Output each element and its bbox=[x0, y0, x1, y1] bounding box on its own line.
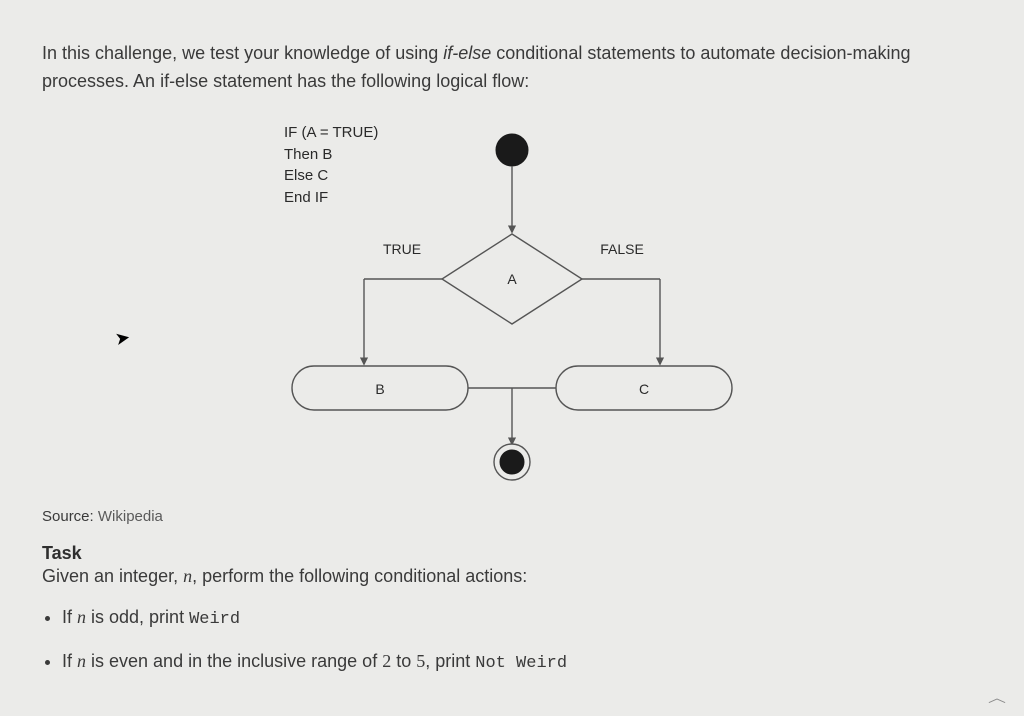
true-label: TRUE bbox=[383, 241, 421, 257]
intro-pre: In this challenge, we test your knowledg… bbox=[42, 43, 443, 63]
li1-mid: is even and in the inclusive range of bbox=[86, 651, 382, 671]
li0-code: Weird bbox=[189, 610, 240, 629]
chevron-up-icon: ︿ bbox=[988, 688, 1006, 706]
li1-postr: , print bbox=[425, 651, 475, 671]
list-item: If n is odd, print Weird bbox=[62, 607, 982, 629]
source-label: Source: bbox=[42, 508, 98, 525]
li1-r1: 2 bbox=[382, 651, 391, 671]
flowchart-container: IF (A = TRUE) Then B Else C End IF A bbox=[42, 114, 982, 494]
end-node-inner-icon bbox=[500, 450, 524, 474]
li1-var: n bbox=[77, 651, 86, 671]
start-node-icon bbox=[496, 134, 528, 166]
given-var: n bbox=[183, 566, 192, 586]
task-list: If n is odd, print Weird If n is even an… bbox=[42, 607, 982, 673]
intro-paragraph: In this challenge, we test your knowledg… bbox=[42, 40, 982, 96]
source-link[interactable]: Wikipedia bbox=[98, 508, 163, 525]
condition-label: A bbox=[507, 271, 517, 287]
source-credit: Source: Wikipedia bbox=[42, 508, 982, 525]
branch-c-label: C bbox=[639, 381, 649, 397]
given-pre: Given an integer, bbox=[42, 566, 183, 586]
li1-pre: If bbox=[62, 651, 77, 671]
false-label: FALSE bbox=[600, 241, 644, 257]
intro-em: if-else bbox=[443, 43, 491, 63]
li1-code: Not Weird bbox=[475, 654, 567, 673]
flowchart-svg: A TRUE FALSE B C bbox=[252, 114, 772, 494]
list-item: If n is even and in the inclusive range … bbox=[62, 651, 982, 673]
li1-r2: 5 bbox=[416, 651, 425, 671]
li0-mid: is odd, print bbox=[86, 607, 189, 627]
task-heading: Task bbox=[42, 543, 982, 564]
branch-b-label: B bbox=[375, 381, 384, 397]
li1-to: to bbox=[391, 651, 416, 671]
given-post: , perform the following conditional acti… bbox=[192, 566, 527, 586]
task-given: Given an integer, n, perform the followi… bbox=[42, 566, 982, 587]
li0-var: n bbox=[77, 607, 86, 627]
li0-pre: If bbox=[62, 607, 77, 627]
